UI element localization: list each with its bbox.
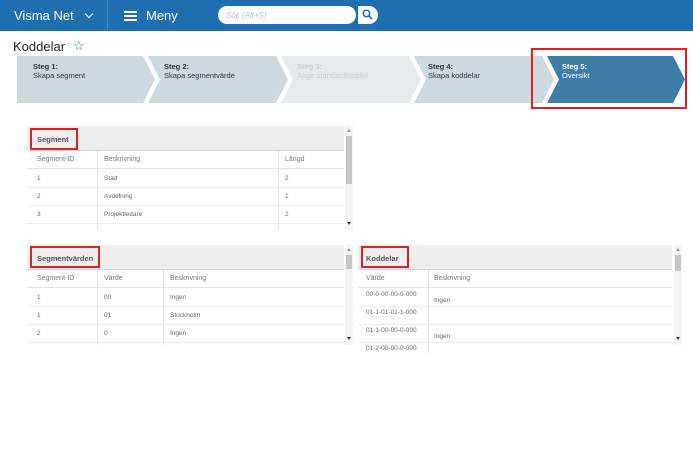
scroll-down-icon[interactable] [347, 222, 351, 225]
table-row[interactable]: 01-1-01-01-1-000 [358, 307, 672, 325]
table-cell: 01-1-01-01-1-000 [366, 309, 417, 316]
highlight-box [30, 246, 100, 268]
wizard-step-4-label: Skapa koddelar [428, 71, 481, 80]
table-cell: 1 [37, 175, 41, 182]
segment-table-header: Segment-ID Beskrivning Längd [27, 151, 344, 169]
company-selector[interactable]: Visma Net [14, 8, 93, 23]
table-cell: 01-2-00-00-0-000 [366, 345, 417, 352]
segmentvarden-scrollbar[interactable] [345, 245, 353, 345]
column-header[interactable]: Segment-ID [37, 156, 74, 163]
column-header[interactable]: Värde [104, 275, 123, 282]
highlight-box [30, 128, 78, 150]
table-row[interactable]: 1 00 Ingen [27, 289, 344, 307]
table-cell: 2 [37, 330, 41, 337]
menu-button[interactable]: Meny [124, 8, 178, 23]
table-cell: 2 [285, 211, 289, 218]
koddelar-table-header: Värde Beskrivning [358, 270, 672, 288]
page-title: Koddelar ☆ [13, 38, 85, 54]
table-row[interactable]: 01-2-00-00-0-000 [358, 343, 672, 353]
segmentvarden-table-header: Segment-ID Värde Beskrivning [27, 270, 344, 288]
table-cell: 00 [104, 294, 112, 301]
table-cell: 3 [37, 211, 41, 218]
table-cell: 1 [37, 294, 41, 301]
search-input[interactable] [218, 6, 356, 24]
wizard-step-3-text: Steg 3: Ange standardkoddel [297, 62, 368, 80]
table-cell: Ingen [170, 330, 187, 337]
scroll-thumb[interactable] [346, 136, 352, 184]
column-header[interactable]: Beskrivning [104, 156, 140, 163]
table-cell: 0 [104, 330, 108, 337]
chevron-down-icon [84, 9, 93, 19]
table-row[interactable]: 1 Stad 2 [27, 170, 344, 188]
top-bar: Visma Net Meny [0, 0, 693, 31]
scroll-up-icon[interactable] [676, 248, 680, 251]
menu-label: Meny [146, 8, 178, 23]
table-cell: 2 [37, 193, 41, 200]
table-cell: Ingen [434, 297, 451, 304]
table-row[interactable]: 00-0-00-00-0-000 Ingen [358, 289, 672, 307]
table-cell: Projektledare [104, 211, 143, 218]
hamburger-icon [124, 10, 137, 21]
table-cell: Stockholm [170, 312, 201, 319]
highlight-box [531, 48, 687, 109]
wizard-step-2-text: Steg 2: Skapa segmentvärde [164, 62, 235, 80]
favorite-star-icon[interactable]: ☆ [73, 38, 85, 54]
wizard-step-3-label: Ange standardkoddel [297, 71, 368, 80]
table-cell: Ingen [434, 333, 451, 340]
column-header[interactable]: Värde [366, 275, 385, 282]
column-header[interactable]: Beskrivning [434, 275, 470, 282]
wizard-step-3-title: Steg 3: [297, 62, 323, 71]
highlight-box [361, 246, 409, 268]
column-header[interactable]: Segment-ID [37, 275, 74, 282]
koddelar-scrollbar[interactable] [674, 245, 682, 345]
wizard-step-4-text: Steg 4: Skapa koddelar [428, 62, 480, 80]
scroll-down-icon[interactable] [347, 337, 351, 340]
table-cell: 01 [104, 312, 112, 319]
segment-scrollbar[interactable] [345, 126, 353, 230]
wizard-step-2-label: Skapa segmentvärde [164, 71, 235, 80]
table-cell: 01-1-00-00-0-000 [366, 327, 417, 334]
wizard-step-1-text: Steg 1: Skapa segment [33, 62, 85, 80]
table-cell: 00-0-00-00-0-000 [366, 291, 417, 298]
scroll-thumb[interactable] [675, 255, 681, 271]
column-header[interactable]: Längd [285, 156, 304, 163]
table-cell: Ingen [170, 294, 187, 301]
column-header[interactable]: Beskrivning [170, 275, 206, 282]
page-title-text: Koddelar [13, 38, 66, 54]
wizard-step-4-title: Steg 4: [428, 62, 454, 71]
table-cell: 2 [285, 175, 289, 182]
scroll-up-icon[interactable] [347, 248, 351, 251]
table-row[interactable]: 2 Avdelning 1 [27, 188, 344, 206]
scroll-up-icon[interactable] [347, 129, 351, 132]
wizard-step-2-title: Steg 2: [164, 62, 190, 71]
table-row[interactable]: 1 01 Stockholm [27, 307, 344, 325]
table-cell: 1 [285, 193, 289, 200]
search-icon [362, 9, 373, 20]
wizard-step-1-title: Steg 1: [33, 62, 59, 71]
scroll-down-icon[interactable] [676, 337, 680, 340]
table-row[interactable]: 3 Projektledare 2 [27, 206, 344, 224]
company-name: Visma Net [14, 8, 74, 23]
search-button[interactable] [358, 6, 378, 24]
wizard-step-1-label: Skapa segment [33, 71, 86, 80]
scroll-thumb[interactable] [346, 255, 352, 269]
table-cell: 1 [37, 312, 41, 319]
divider [107, 0, 108, 31]
table-cell: Stad [104, 175, 118, 182]
table-cell: Avdelning [104, 193, 133, 200]
table-row[interactable]: 2 0 Ingen [27, 325, 344, 343]
table-row[interactable]: 01-1-00-00-0-000 Ingen [358, 325, 672, 343]
